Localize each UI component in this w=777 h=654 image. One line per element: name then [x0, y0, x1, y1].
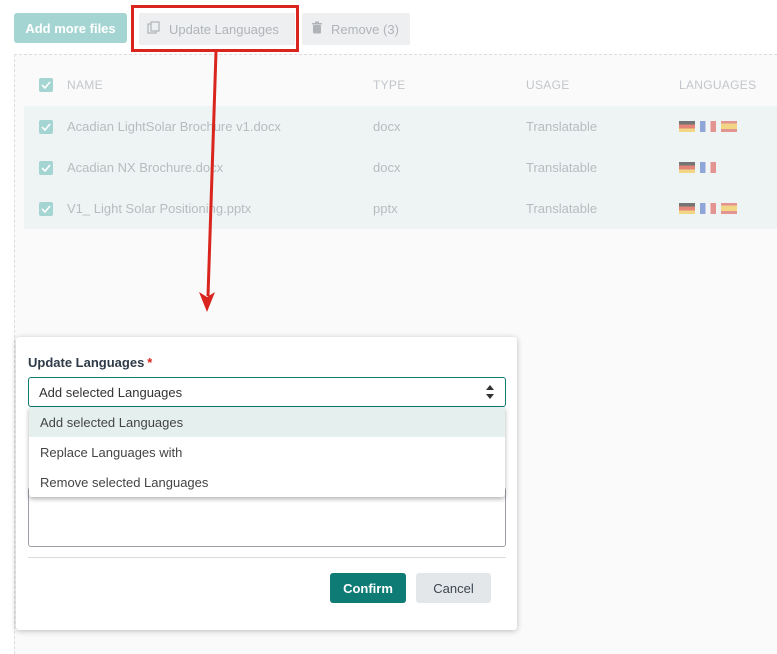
- french-flag-icon: [700, 203, 716, 214]
- column-header-usage[interactable]: USAGE: [526, 78, 679, 92]
- table-row[interactable]: Acadian NX Brochure.docx docx Translatab…: [24, 147, 777, 188]
- trash-icon: [311, 21, 323, 37]
- highlight-annotation-box: [131, 5, 299, 52]
- french-flag-icon: [700, 121, 716, 132]
- file-name: Acadian LightSolar Brochure v1.docx: [67, 119, 281, 134]
- option-add-selected-languages[interactable]: Add selected Languages: [29, 407, 505, 437]
- column-header-name[interactable]: NAME: [67, 78, 373, 92]
- option-replace-languages[interactable]: Replace Languages with: [29, 437, 505, 467]
- table-header: NAME TYPE USAGE LANGUAGES: [24, 64, 777, 106]
- confirm-button[interactable]: Confirm: [330, 573, 406, 603]
- option-remove-selected-languages[interactable]: Remove selected Languages: [29, 467, 505, 497]
- file-usage: Translatable: [526, 160, 598, 175]
- cancel-button[interactable]: Cancel: [416, 573, 491, 603]
- file-type: docx: [373, 119, 401, 134]
- column-header-type[interactable]: TYPE: [373, 78, 526, 92]
- field-label-text: Update Languages: [28, 355, 145, 370]
- spanish-flag-icon: [721, 203, 737, 214]
- file-languages: [679, 203, 777, 214]
- spanish-flag-icon: [721, 121, 737, 132]
- row-checkbox[interactable]: [38, 160, 53, 175]
- updown-caret-icon: [485, 385, 495, 399]
- file-usage: Translatable: [526, 119, 598, 134]
- table-row[interactable]: Acadian LightSolar Brochure v1.docx docx…: [24, 106, 777, 147]
- update-mode-select[interactable]: Add selected Languages: [28, 377, 506, 407]
- remove-label: Remove (3): [331, 21, 399, 37]
- table-row[interactable]: V1_ Light Solar Positioning.pptx pptx Tr…: [24, 188, 777, 229]
- files-table: NAME TYPE USAGE LANGUAGES Acadian LightS…: [24, 64, 777, 229]
- update-languages-field-label: Update Languages *: [28, 355, 152, 370]
- required-marker: *: [147, 355, 153, 370]
- french-flag-icon: [700, 162, 716, 173]
- footer-divider: [28, 557, 506, 558]
- german-flag-icon: [679, 121, 695, 132]
- file-usage: Translatable: [526, 201, 598, 216]
- add-more-files-button[interactable]: Add more files: [14, 13, 127, 43]
- remove-button[interactable]: Remove (3): [302, 13, 410, 45]
- select-value: Add selected Languages: [39, 384, 183, 400]
- update-mode-options: Add selected Languages Replace Languages…: [29, 407, 505, 497]
- row-checkbox[interactable]: [38, 201, 53, 216]
- file-languages: [679, 121, 777, 132]
- file-name: V1_ Light Solar Positioning.pptx: [67, 201, 252, 216]
- file-languages: [679, 162, 777, 173]
- file-type: docx: [373, 160, 401, 175]
- select-all-checkbox[interactable]: [38, 78, 53, 92]
- file-type: pptx: [373, 201, 398, 216]
- file-name: Acadian NX Brochure.docx: [67, 160, 224, 175]
- column-header-languages[interactable]: LANGUAGES: [679, 78, 777, 92]
- german-flag-icon: [679, 162, 695, 173]
- row-checkbox[interactable]: [38, 119, 53, 134]
- german-flag-icon: [679, 203, 695, 214]
